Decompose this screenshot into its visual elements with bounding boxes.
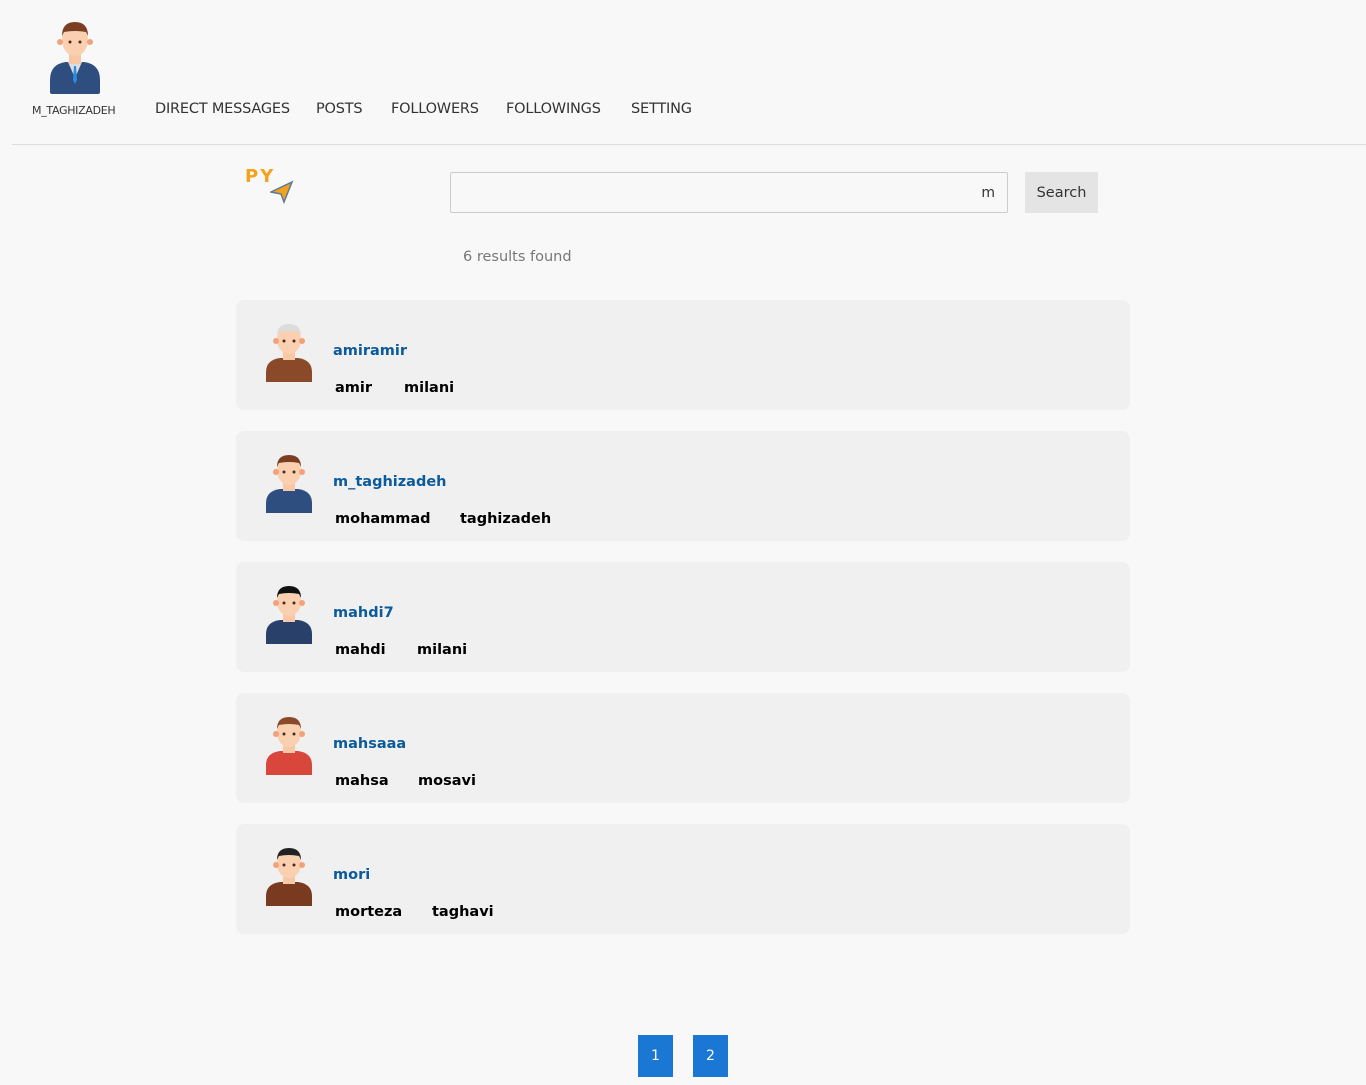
user-username-link[interactable]: amiramir xyxy=(333,343,407,359)
divider xyxy=(12,144,1366,145)
user-avatar-icon xyxy=(266,848,312,906)
results-count: 6 results found xyxy=(463,249,572,265)
logo[interactable]: PY xyxy=(244,166,298,206)
user-first-name: mahdi xyxy=(335,642,386,658)
user-card[interactable]: amiramir amir milani xyxy=(236,300,1130,410)
nav-posts[interactable]: POSTS xyxy=(316,101,363,117)
user-first-name: amir xyxy=(335,380,373,396)
user-card[interactable]: m_taghizadeh mohammad taghizadeh xyxy=(236,431,1130,541)
profile-username[interactable]: M_TAGHIZADEH xyxy=(32,104,116,117)
user-username-link[interactable]: m_taghizadeh xyxy=(333,474,447,490)
search-button[interactable]: Search xyxy=(1025,172,1098,213)
user-card[interactable]: mahsaaa mahsa mosavi xyxy=(236,693,1130,803)
user-username-link[interactable]: mori xyxy=(333,867,370,883)
search-input[interactable] xyxy=(450,172,1008,213)
user-first-name: morteza xyxy=(335,904,403,920)
user-avatar[interactable] xyxy=(48,18,102,96)
page-2-button[interactable]: 2 xyxy=(693,1035,728,1077)
user-last-name: taghavi xyxy=(432,904,494,920)
nav-direct-messages[interactable]: DIRECT MESSAGES xyxy=(155,101,290,117)
nav-followings[interactable]: FOLLOWINGS xyxy=(506,101,601,117)
nav-followers[interactable]: FOLLOWERS xyxy=(391,101,479,117)
user-card[interactable]: mahdi7 mahdi milani xyxy=(236,562,1130,672)
user-username-link[interactable]: mahsaaa xyxy=(333,736,406,752)
user-last-name: milani xyxy=(417,642,468,658)
user-avatar-icon xyxy=(266,586,312,644)
user-last-name: taghizadeh xyxy=(460,511,552,527)
user-first-name: mohammad xyxy=(335,511,431,527)
user-card[interactable]: mori morteza taghavi xyxy=(236,824,1130,934)
user-first-name: mahsa xyxy=(335,773,389,789)
nav-setting[interactable]: SETTING xyxy=(631,101,692,117)
user-avatar-icon xyxy=(266,324,312,382)
user-last-name: milani xyxy=(404,380,455,396)
user-username-link[interactable]: mahdi7 xyxy=(333,605,394,621)
user-last-name: mosavi xyxy=(418,773,476,789)
page-1-button[interactable]: 1 xyxy=(638,1035,673,1077)
user-avatar-icon xyxy=(266,717,312,775)
paper-plane-icon xyxy=(270,180,294,204)
user-avatar-icon xyxy=(266,455,312,513)
